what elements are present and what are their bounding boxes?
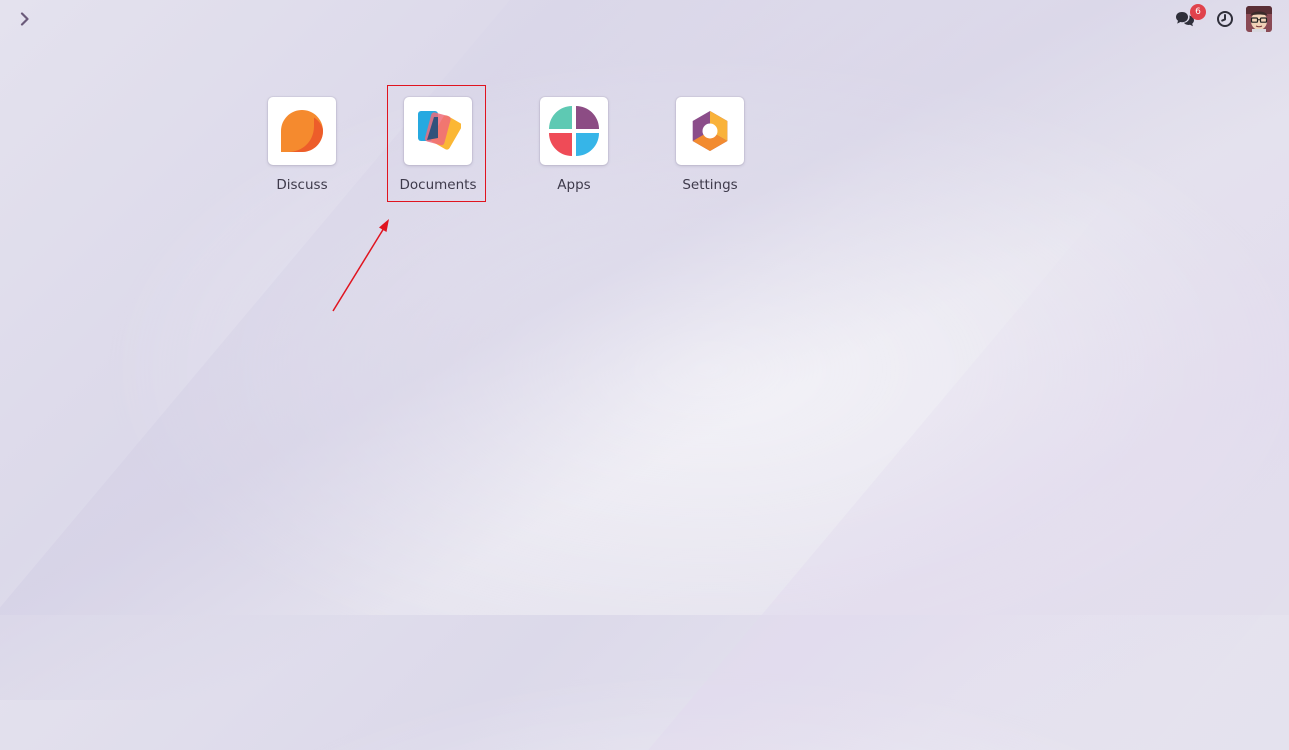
app-icon-tile xyxy=(676,97,744,165)
user-avatar[interactable] xyxy=(1246,6,1272,32)
clock-icon xyxy=(1217,11,1233,27)
documents-icon xyxy=(418,111,461,150)
chevron-right-icon xyxy=(20,12,29,26)
menu-toggle-button[interactable] xyxy=(16,9,34,29)
annotation-arrow xyxy=(332,219,389,312)
app-grid: Discuss Documents Apps Settings xyxy=(256,97,756,193)
app-apps[interactable]: Apps xyxy=(528,97,620,193)
app-label: Documents xyxy=(399,177,477,193)
app-label: Settings xyxy=(682,177,738,193)
app-icon-tile xyxy=(268,97,336,165)
messages-count-badge: 6 xyxy=(1190,4,1206,20)
app-label: Discuss xyxy=(276,177,328,193)
app-icon-tile xyxy=(540,97,608,165)
activities-button[interactable] xyxy=(1212,6,1238,32)
background-streak xyxy=(648,150,1289,750)
settings-icon xyxy=(692,111,728,151)
app-label: Apps xyxy=(557,177,591,193)
avatar-icon xyxy=(1246,6,1272,32)
app-icon-tile xyxy=(404,97,472,165)
discuss-icon xyxy=(281,110,323,152)
app-documents[interactable]: Documents xyxy=(392,97,484,193)
app-settings[interactable]: Settings xyxy=(664,97,756,193)
apps-icon xyxy=(549,106,599,156)
app-discuss[interactable]: Discuss xyxy=(256,97,348,193)
systray: 6 xyxy=(1172,4,1272,33)
messages-button[interactable]: 6 xyxy=(1172,4,1206,32)
